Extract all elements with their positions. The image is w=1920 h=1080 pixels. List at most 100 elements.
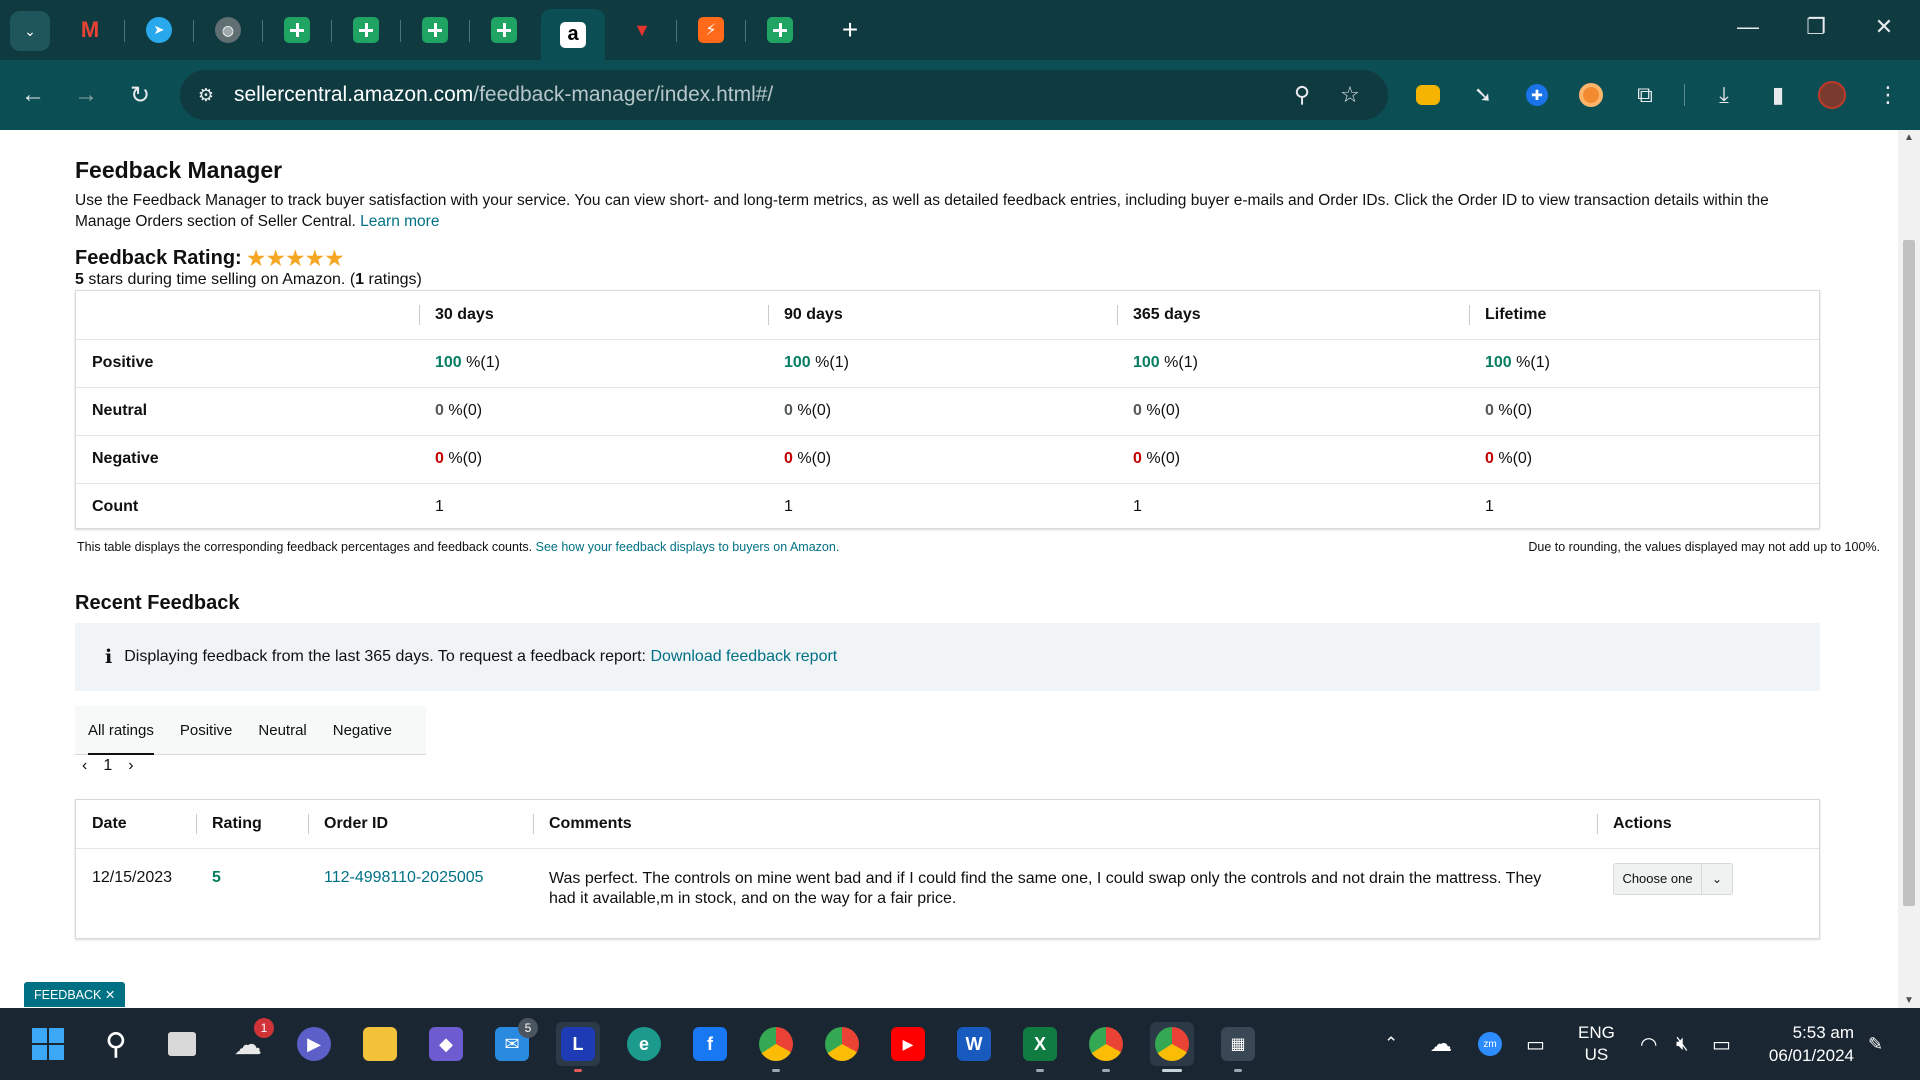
taskbar-excel[interactable]: X xyxy=(1018,1022,1062,1072)
task-view-button[interactable] xyxy=(160,1022,204,1066)
profile-avatar[interactable] xyxy=(1817,80,1847,110)
pager-next-icon[interactable]: › xyxy=(128,757,133,775)
tablet-mode-icon[interactable]: ▭ xyxy=(1526,1008,1545,1080)
tab-globe[interactable]: ◍ xyxy=(196,9,260,51)
site-info-icon[interactable]: ⚙ xyxy=(194,83,218,107)
taskbar-facebook[interactable]: f xyxy=(688,1022,732,1066)
extensions-puzzle-icon[interactable]: ⧉ xyxy=(1630,80,1660,110)
taskbar-explorer[interactable] xyxy=(358,1022,402,1066)
tab-sheets-1[interactable] xyxy=(265,9,329,51)
onedrive-icon[interactable]: ☁ xyxy=(1430,1008,1452,1080)
metrics-row: Count 1 1 1 1 xyxy=(76,482,1819,531)
video-icon: ▶ xyxy=(297,1027,331,1061)
order-id-link[interactable]: 112-4998110-2025005 xyxy=(324,869,484,886)
clock[interactable]: 5:53 am 06/01/2024 xyxy=(1758,1008,1854,1080)
l-app-icon: L xyxy=(561,1027,595,1061)
tab-gmail[interactable]: M xyxy=(58,9,122,51)
metrics-suffix: %(0) xyxy=(1493,402,1533,419)
bookmark-star-icon[interactable]: ☆ xyxy=(1338,82,1362,107)
tab-extension[interactable]: ▼ xyxy=(610,9,674,51)
info-alert: i Displaying feedback from the last 365 … xyxy=(75,623,1820,691)
feedback-display-link[interactable]: See how your feedback displays to buyers… xyxy=(536,540,840,554)
address-bar[interactable]: ⚙ sellercentral.amazon.com/feedback-mana… xyxy=(180,70,1388,120)
youtube-icon: ▶ xyxy=(891,1027,925,1061)
tab-zapier[interactable]: ⚡ xyxy=(679,9,743,51)
scroll-up-icon[interactable]: ▲ xyxy=(1904,132,1914,143)
taskbar-copilot[interactable]: ◆ xyxy=(424,1022,468,1066)
side-panel-icon[interactable]: ▮ xyxy=(1763,80,1793,110)
tab-sheets-3[interactable] xyxy=(403,9,467,51)
metrics-cell: 0 %(0) xyxy=(419,434,768,483)
taskbar-calculator[interactable]: ▦ xyxy=(1216,1022,1260,1072)
filter-tab-neutral[interactable]: Neutral xyxy=(245,706,319,755)
zoom-icon[interactable]: ⚲ xyxy=(1290,82,1314,107)
tab-amazon-active[interactable]: a xyxy=(541,9,605,60)
forward-button[interactable]: → xyxy=(68,77,104,113)
filter-tab-all-ratings[interactable]: All ratings xyxy=(75,706,167,755)
tab-telegram[interactable]: ➤ xyxy=(127,9,191,51)
taskbar-l-app[interactable]: L xyxy=(556,1022,600,1072)
zoom-tray-icon[interactable]: zm xyxy=(1478,1008,1502,1080)
zap-icon: ⚡ xyxy=(698,17,724,43)
metrics-cell: 0 %(0) xyxy=(1117,434,1469,483)
extension-plus-icon[interactable]: ✚ xyxy=(1522,80,1552,110)
rounding-note: Due to rounding, the values displayed ma… xyxy=(1528,540,1880,554)
search-button[interactable]: ⚲ xyxy=(94,1022,138,1066)
close-window-button[interactable]: ✕ xyxy=(1864,14,1904,40)
battery-icon[interactable]: ▭ xyxy=(1712,1008,1731,1080)
url-text[interactable]: sellercentral.amazon.com/feedback-manage… xyxy=(234,83,773,107)
extension-orange-icon[interactable] xyxy=(1576,80,1606,110)
scroll-down-icon[interactable]: ▼ xyxy=(1904,995,1914,1006)
download-icon[interactable]: ⤓ xyxy=(1709,80,1739,110)
metrics-row: Neutral 0 %(0) 0 %(0) 0 %(0) 0 %(0) xyxy=(76,386,1819,435)
tab-search-button[interactable]: ⌄ xyxy=(10,11,50,51)
edge-icon: e xyxy=(627,1027,661,1061)
tray-overflow-icon[interactable]: ⌃ xyxy=(1384,1008,1398,1080)
browser-menu-icon[interactable]: ⋮ xyxy=(1873,80,1903,110)
pager-page-number[interactable]: 1 xyxy=(103,757,112,775)
feedback-header-order-id: Order ID xyxy=(308,800,533,849)
filter-tab-negative[interactable]: Negative xyxy=(320,706,405,755)
tab-sheets-4[interactable] xyxy=(472,9,536,51)
start-button[interactable] xyxy=(26,1022,70,1066)
weather-widget[interactable]: ☁ 1 xyxy=(226,1018,274,1066)
taskbar-edge[interactable]: e xyxy=(622,1022,666,1066)
filter-tab-positive[interactable]: Positive xyxy=(167,706,246,755)
new-tab-button[interactable]: + xyxy=(818,9,882,51)
taskbar-chrome-3[interactable] xyxy=(1084,1022,1128,1072)
taskbar-word[interactable]: W xyxy=(952,1022,996,1066)
download-report-link[interactable]: Download feedback report xyxy=(650,648,837,666)
reload-button[interactable]: ↻ xyxy=(122,77,158,113)
taskbar-chrome-1[interactable] xyxy=(754,1022,798,1072)
extension-arrow-icon[interactable]: ➘ xyxy=(1468,80,1498,110)
learn-more-link[interactable]: Learn more xyxy=(360,213,439,230)
volume-muted-icon[interactable]: 🔇︎ xyxy=(1676,1008,1689,1080)
arrow-right-icon: → xyxy=(74,81,98,108)
extension-honey-icon[interactable] xyxy=(1413,80,1443,110)
close-icon[interactable]: ✕ xyxy=(105,988,115,1002)
restore-button[interactable]: ❐ xyxy=(1796,14,1836,40)
page-scrollbar[interactable]: ▲ ▼ xyxy=(1898,130,1920,1008)
taskbar-chrome-active[interactable] xyxy=(1150,1022,1194,1072)
scroll-thumb[interactable] xyxy=(1903,240,1915,906)
tab-sheets-5[interactable] xyxy=(748,9,812,51)
tab-sheets-2[interactable] xyxy=(334,9,398,51)
taskbar-youtube[interactable]: ▶ xyxy=(886,1022,930,1066)
taskbar-mail[interactable]: ✉ 5 xyxy=(490,1018,538,1066)
language-indicator[interactable]: ENG US xyxy=(1578,1008,1615,1080)
actions-dropdown[interactable]: Choose one ⌄ xyxy=(1613,862,1733,895)
pager-prev-icon[interactable]: ‹ xyxy=(82,757,87,775)
sheets-icon xyxy=(353,17,379,43)
notifications-icon[interactable]: ✎ xyxy=(1868,1008,1883,1080)
back-button[interactable]: ← xyxy=(15,77,51,113)
feedback-widget-button[interactable]: FEEDBACK ✕ xyxy=(24,982,126,1007)
metrics-header: 30 days xyxy=(419,291,768,339)
taskbar-chrome-2[interactable] xyxy=(820,1022,864,1066)
minimize-button[interactable]: — xyxy=(1728,14,1768,40)
rating-stars: ★★★★★ xyxy=(245,245,345,271)
feedback-order-id: 112-4998110-2025005 xyxy=(308,848,533,938)
amazon-icon: a xyxy=(560,21,586,48)
wifi-icon[interactable]: ◠ xyxy=(1640,1008,1657,1080)
task-view-icon xyxy=(168,1032,196,1056)
taskbar-meet[interactable]: ▶ xyxy=(292,1022,336,1066)
